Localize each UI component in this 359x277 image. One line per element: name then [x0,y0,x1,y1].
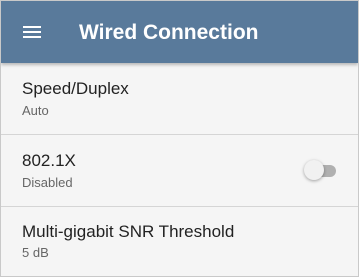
speed-duplex-setting[interactable]: Speed/Duplex Auto [1,63,358,135]
8021x-toggle[interactable] [304,160,336,180]
hamburger-menu-icon[interactable] [23,24,45,41]
wired-connection-screen: Wired Connection Speed/Duplex Auto 802.1… [0,0,359,277]
8021x-title: 802.1X [22,151,76,170]
menu-line-top [23,26,41,28]
multi-gigabit-snr-threshold-title: Multi-gigabit SNR Threshold [22,222,235,241]
multi-gigabit-snr-threshold-value: 5 dB [22,245,49,260]
app-bar: Wired Connection [1,1,358,63]
settings-list: Speed/Duplex Auto 802.1X Disabled Multi-… [1,63,358,276]
toggle-thumb [304,160,324,180]
page-title: Wired Connection [79,21,259,44]
speed-duplex-value: Auto [22,103,49,118]
menu-line-middle [23,31,41,33]
multi-gigabit-snr-threshold-setting[interactable]: Multi-gigabit SNR Threshold 5 dB [1,207,358,276]
8021x-setting[interactable]: 802.1X Disabled [1,135,358,207]
menu-line-bottom [23,36,41,38]
8021x-value: Disabled [22,175,73,190]
speed-duplex-title: Speed/Duplex [22,79,129,98]
